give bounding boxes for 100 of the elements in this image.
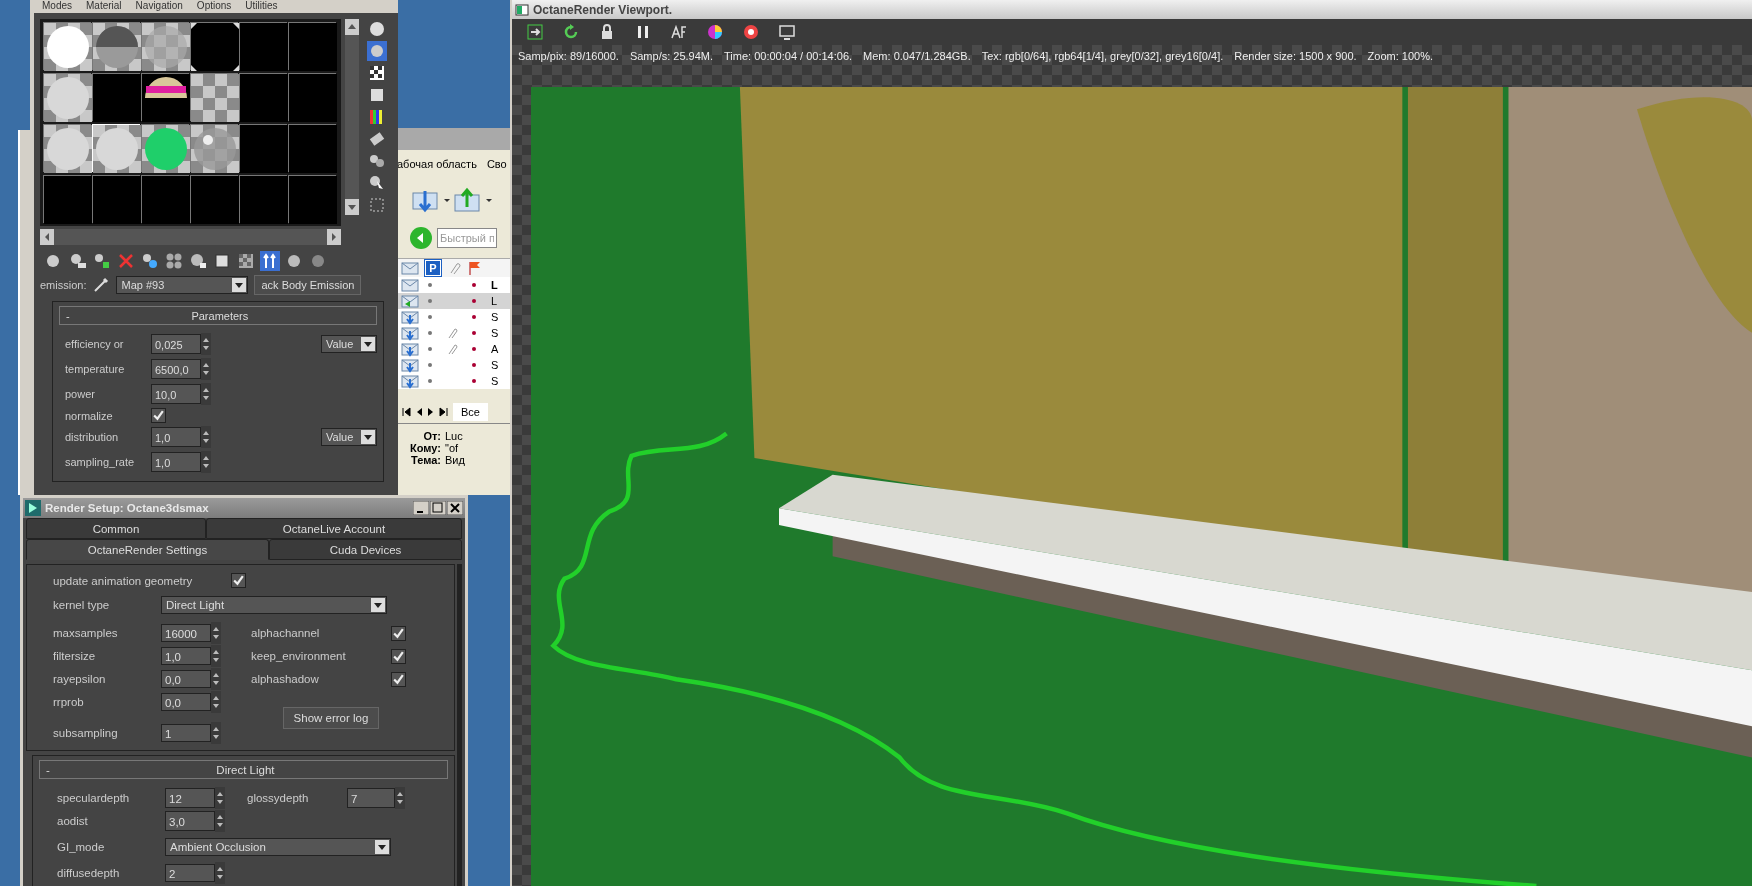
menu-item[interactable]: Navigation bbox=[135, 0, 183, 13]
collapse-toggle[interactable]: - bbox=[46, 763, 50, 776]
dropdown[interactable]: Value bbox=[321, 428, 377, 446]
tab[interactable]: OctaneRender Settings bbox=[26, 539, 269, 560]
checkbox[interactable] bbox=[231, 573, 246, 588]
scroll-left-icon[interactable] bbox=[40, 229, 54, 245]
number-field[interactable]: 7 bbox=[347, 788, 395, 808]
assign-icon[interactable] bbox=[68, 251, 88, 271]
number-field[interactable]: 12 bbox=[165, 788, 215, 808]
checkbox[interactable] bbox=[391, 671, 406, 687]
caret-icon[interactable] bbox=[485, 196, 493, 204]
import-icon[interactable] bbox=[526, 23, 544, 41]
checkbox[interactable] bbox=[391, 648, 406, 664]
number-field[interactable]: 10,0 bbox=[151, 384, 201, 404]
spinner-arrows-icon[interactable] bbox=[201, 358, 211, 380]
number-field[interactable]: 2 bbox=[165, 864, 215, 882]
spinner-arrows-icon[interactable] bbox=[201, 426, 211, 448]
spinner-arrows-icon[interactable] bbox=[211, 622, 221, 644]
collapse-toggle[interactable]: - bbox=[66, 309, 70, 322]
material-slot[interactable] bbox=[141, 73, 189, 121]
spinner-arrows-icon[interactable] bbox=[211, 668, 221, 690]
number-field[interactable]: 1,0 bbox=[151, 452, 201, 472]
maximize-icon[interactable] bbox=[430, 501, 446, 515]
number-field[interactable]: 0,0 bbox=[161, 670, 211, 688]
eyedropper-icon[interactable] bbox=[92, 276, 111, 294]
copy-icon[interactable] bbox=[140, 251, 160, 271]
spinner-arrows-icon[interactable] bbox=[215, 787, 225, 809]
last-icon[interactable] bbox=[439, 407, 449, 417]
number-field[interactable]: 16000 bbox=[161, 624, 211, 642]
mail-row[interactable]: A bbox=[397, 341, 510, 357]
dropdown[interactable]: Direct Light bbox=[161, 596, 387, 614]
spinner-arrows-icon[interactable] bbox=[215, 862, 225, 884]
dropdown[interactable]: Map #93 bbox=[116, 276, 249, 294]
spinner-arrows-icon[interactable] bbox=[395, 787, 405, 809]
number-field[interactable]: 0,025 bbox=[151, 334, 201, 354]
spinner-arrows-icon[interactable] bbox=[215, 810, 225, 832]
mail-row[interactable]: S bbox=[397, 325, 510, 341]
reset-icon[interactable] bbox=[92, 251, 112, 271]
menu-item[interactable]: Material bbox=[86, 0, 122, 13]
spheres-icon[interactable] bbox=[164, 251, 184, 271]
menu-item[interactable]: Modes bbox=[42, 0, 72, 13]
checker-icon[interactable] bbox=[367, 63, 387, 83]
film-icon[interactable] bbox=[367, 129, 387, 149]
target-icon[interactable] bbox=[742, 23, 760, 41]
back-icon[interactable] bbox=[409, 226, 433, 250]
spinner-arrows-icon[interactable] bbox=[201, 333, 211, 355]
caret-icon bbox=[361, 430, 375, 444]
previous-icon[interactable] bbox=[415, 407, 423, 417]
folder-tab[interactable]: Все bbox=[453, 403, 488, 421]
spinner-arrows-icon[interactable] bbox=[211, 722, 221, 744]
scroll-right-icon[interactable] bbox=[327, 229, 341, 245]
tab[interactable]: Cuda Devices bbox=[269, 539, 462, 560]
caret-icon[interactable] bbox=[443, 196, 451, 204]
color-wheel-icon[interactable] bbox=[706, 23, 724, 41]
focus-icon[interactable] bbox=[670, 23, 688, 41]
next-icon[interactable] bbox=[427, 407, 435, 417]
checkbox[interactable] bbox=[391, 625, 406, 641]
menu-item[interactable]: Сво bbox=[486, 158, 507, 170]
dotted-frame-icon[interactable] bbox=[367, 195, 387, 215]
show-error-log-button[interactable]: Show error log bbox=[282, 706, 380, 729]
mail-row[interactable]: S bbox=[397, 373, 510, 389]
number-field[interactable]: 1,0 bbox=[151, 427, 201, 447]
sphere-icon[interactable] bbox=[367, 19, 387, 39]
scroll-down-icon[interactable] bbox=[345, 199, 359, 215]
mail-row[interactable]: L bbox=[397, 277, 510, 293]
mail-row[interactable]: S bbox=[397, 309, 510, 325]
dropdown[interactable]: Value bbox=[321, 335, 377, 353]
dropdown[interactable]: Ambient Occlusion bbox=[165, 838, 391, 856]
refresh-icon[interactable] bbox=[562, 23, 580, 41]
number-field[interactable]: 3,0 bbox=[165, 811, 215, 831]
square-icon[interactable] bbox=[212, 251, 232, 271]
tab[interactable]: OctaneLive Account bbox=[206, 518, 462, 539]
number-field[interactable]: 1 bbox=[161, 724, 211, 742]
menu-item[interactable]: абочая область bbox=[397, 158, 477, 170]
menu-item[interactable]: Utilities bbox=[245, 0, 278, 13]
first-icon[interactable] bbox=[401, 407, 411, 417]
field-label: GI_mode bbox=[57, 841, 106, 853]
spinner-arrows-icon[interactable] bbox=[201, 383, 211, 405]
spinner-arrows-icon[interactable] bbox=[211, 645, 221, 667]
checkbox[interactable] bbox=[151, 408, 166, 423]
dot-icon bbox=[428, 331, 432, 335]
monitor-icon[interactable] bbox=[778, 23, 796, 41]
checker-icon[interactable] bbox=[236, 251, 256, 271]
number-field[interactable]: 6500,0 bbox=[151, 359, 201, 379]
scroll-up-icon[interactable] bbox=[345, 19, 359, 35]
spheres-icon[interactable] bbox=[188, 251, 208, 271]
arrows-icon[interactable] bbox=[260, 251, 280, 271]
close-icon[interactable] bbox=[447, 501, 463, 515]
spinner-arrows-icon[interactable] bbox=[201, 451, 211, 473]
mail-row[interactable]: L bbox=[397, 293, 510, 309]
spinner-arrows-icon[interactable] bbox=[211, 691, 221, 713]
number-field[interactable]: 1,0 bbox=[161, 647, 211, 665]
number-field[interactable]: 0,0 bbox=[161, 693, 211, 711]
mail-row[interactable]: S bbox=[397, 357, 510, 373]
minimize-icon[interactable] bbox=[413, 501, 429, 515]
menu-item[interactable]: Options bbox=[196, 0, 232, 13]
status-text: Time: 00:00:04 / 00:14:06. bbox=[724, 50, 853, 62]
search-field[interactable]: Быстрый п bbox=[437, 228, 497, 248]
map-button[interactable]: ack Body Emission bbox=[254, 275, 362, 295]
tab[interactable]: Common bbox=[26, 518, 206, 539]
